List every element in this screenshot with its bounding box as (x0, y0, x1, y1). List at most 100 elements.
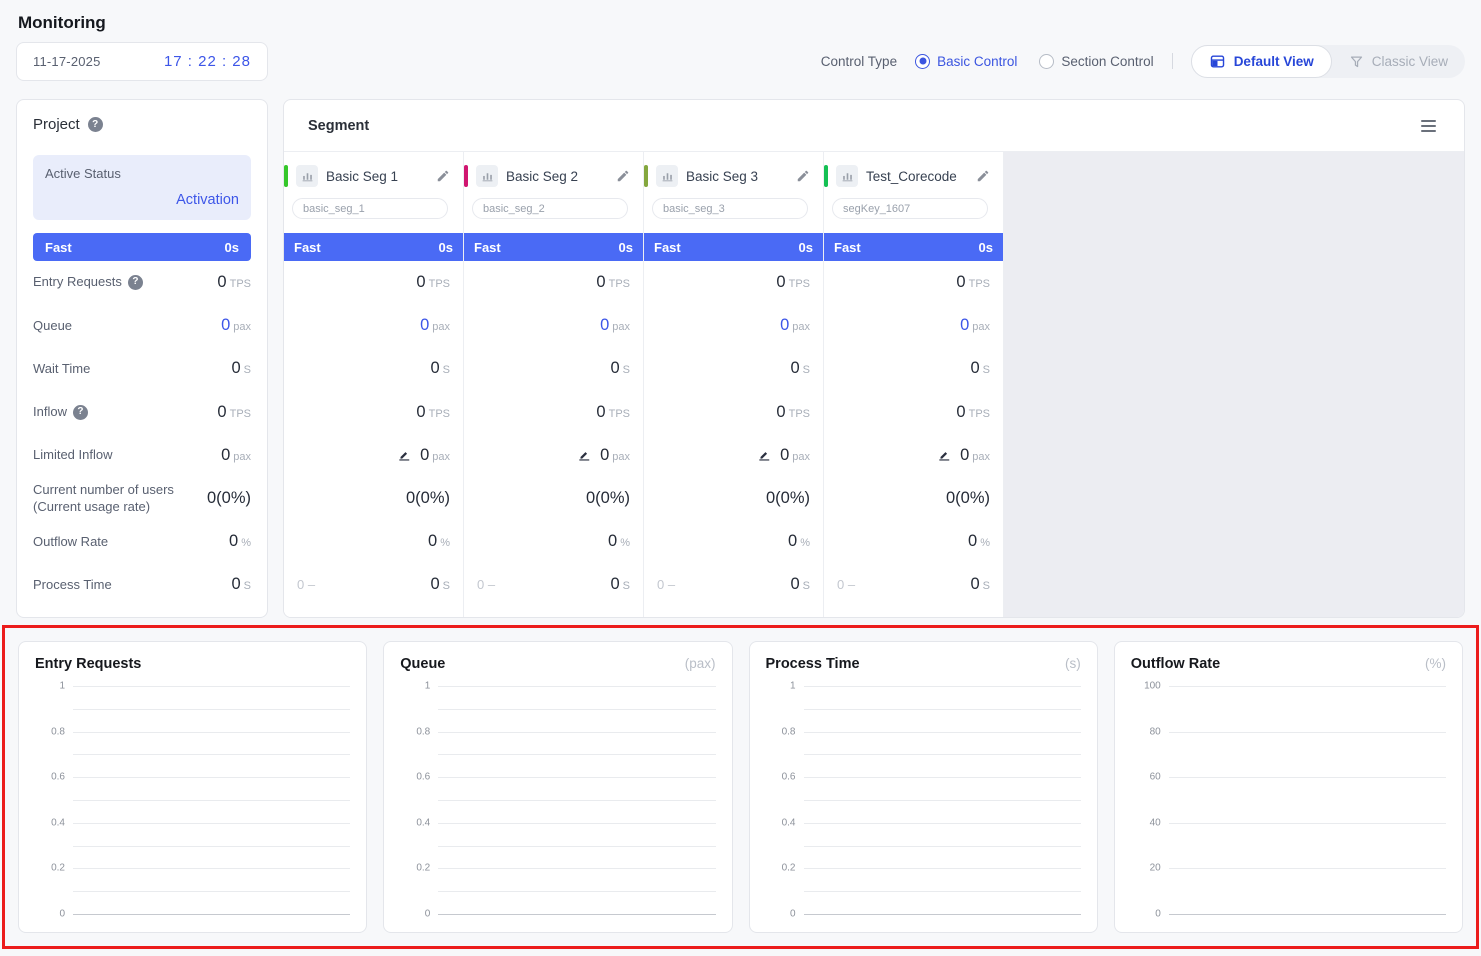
chart-card-entry-requests: Entry Requests00.20.40.60.81 (18, 641, 367, 933)
chart-unit-label: (pax) (685, 656, 716, 671)
segment-metric-row: 0% (644, 520, 823, 563)
project-metrics: Entry Requests?0TPSQueue0paxWait Time0SI… (33, 261, 251, 607)
metric-label: Wait Time (33, 361, 90, 377)
radio-circle-icon (1039, 54, 1054, 69)
edit-value-icon[interactable] (937, 448, 951, 462)
metric-value: 0pax (420, 316, 450, 335)
segment-metric-row: 0TPS (644, 261, 823, 304)
metric-value: 0% (229, 532, 251, 551)
metric-label-text: Current number of users (Current usage r… (33, 482, 185, 515)
metric-value: 0TPS (596, 273, 630, 292)
metric-unit: TPS (609, 408, 630, 420)
metric-unit: S (983, 580, 990, 592)
metric-value: 0S (970, 575, 990, 594)
segment-metric-row: 0(0%) (284, 477, 463, 520)
chart-header: Process Time(s) (766, 656, 1081, 672)
metric-unit: TPS (969, 408, 990, 420)
edit-segment-name-button[interactable] (616, 169, 630, 183)
metric-value: 0pax (780, 446, 810, 465)
y-tick-label: 0.4 (51, 817, 65, 828)
radio-basic-control[interactable]: Basic Control (915, 54, 1017, 69)
segment-key-input[interactable] (472, 198, 628, 219)
main-row: Project ? Active Status Activation Fast … (0, 99, 1481, 618)
segment-fast-bar: Fast0s (824, 233, 1003, 261)
metric-label-text: Limited Inflow (33, 447, 112, 463)
segment-metric-row: 0(0%) (464, 477, 643, 520)
radio-circle-icon (915, 54, 930, 69)
segment-metric-row: 0 –0S (464, 563, 643, 606)
gridline (804, 754, 1081, 755)
control-type-label: Control Type (821, 54, 897, 69)
metric-unit: S (443, 580, 450, 592)
edit-segment-name-button[interactable] (436, 169, 450, 183)
edit-segment-name-button[interactable] (976, 169, 990, 183)
y-tick-label: 0 (790, 909, 796, 920)
edit-value-icon[interactable] (577, 448, 591, 462)
segment-column-4: Test_CorecodeFast0s0TPS0pax0S0TPS0pax0(0… (824, 152, 1004, 617)
gridline (73, 709, 350, 710)
segment-accent-bar (644, 165, 648, 187)
y-tick-label: 0.8 (782, 726, 796, 737)
plot-area (73, 686, 350, 914)
segment-name: Basic Seg 2 (506, 169, 608, 184)
segment-accent-bar (824, 165, 828, 187)
y-axis-labels: 00.20.40.60.81 (766, 686, 804, 914)
help-icon[interactable]: ? (73, 405, 88, 420)
classic-view-button[interactable]: Classic View (1332, 45, 1465, 78)
active-status-value: Activation (45, 192, 239, 208)
edit-segment-name-button[interactable] (796, 169, 810, 183)
segment-column-2: Basic Seg 2Fast0s0TPS0pax0S0TPS0pax0(0%)… (464, 152, 644, 617)
menu-icon[interactable] (1417, 116, 1440, 136)
metric-label-text: Wait Time (33, 361, 90, 377)
y-tick-label: 0.6 (51, 772, 65, 783)
metric-label-text: Outflow Rate (33, 534, 108, 550)
metric-value: 0TPS (776, 403, 810, 422)
fast-value: 0s (225, 240, 239, 255)
metric-value: 0S (231, 359, 251, 378)
gridline (438, 823, 715, 824)
edit-value-icon[interactable] (757, 448, 771, 462)
metric-value: 0% (788, 532, 810, 551)
metric-unit: S (983, 364, 990, 376)
bar-chart-icon (476, 165, 498, 187)
metric-label: Entry Requests? (33, 274, 143, 290)
segment-metric-row: 0TPS (464, 261, 643, 304)
metric-value: 0pax (221, 316, 251, 335)
gridline (1169, 777, 1446, 778)
y-tick-label: 20 (1150, 863, 1161, 874)
datetime-card[interactable]: 11-17-2025 17 : 22 : 28 (16, 42, 268, 81)
segment-key-input[interactable] (832, 198, 988, 219)
fast-label: Fast (294, 240, 321, 255)
metric-value: 0pax (221, 446, 251, 465)
gridline (804, 846, 1081, 847)
gridline (438, 732, 715, 733)
metric-unit: TPS (429, 408, 450, 420)
metric-unit: % (800, 537, 810, 549)
metric-value: 0TPS (956, 403, 990, 422)
y-tick-label: 0.2 (51, 863, 65, 874)
chart-plot: 00.20.40.60.81 (766, 686, 1081, 914)
gridline (73, 914, 350, 915)
edit-value-icon[interactable] (397, 448, 411, 462)
segment-metric-row: 0TPS (644, 391, 823, 434)
metric-value: 0TPS (776, 273, 810, 292)
segment-metric-row: 0(0%) (824, 477, 1003, 520)
y-tick-label: 80 (1150, 726, 1161, 737)
default-view-button[interactable]: Default View (1191, 45, 1332, 78)
metric-label-text: Queue (33, 318, 72, 334)
segment-key-input[interactable] (652, 198, 808, 219)
divider (1172, 53, 1173, 69)
segment-key-input[interactable] (292, 198, 448, 219)
fast-label: Fast (834, 240, 861, 255)
metric-unit: pax (432, 451, 450, 463)
segment-metric-row: 0pax (464, 304, 643, 347)
metric-value: 0S (790, 359, 810, 378)
help-icon[interactable]: ? (88, 117, 103, 132)
y-tick-label: 1 (59, 681, 65, 692)
project-metric-row: Queue 0pax (33, 304, 251, 347)
help-icon[interactable]: ? (128, 275, 143, 290)
top-toolbar: 11-17-2025 17 : 22 : 28 Control Type Bas… (0, 39, 1481, 83)
radio-section-control[interactable]: Section Control (1039, 54, 1153, 69)
gridline (804, 732, 1081, 733)
plot-area (804, 686, 1081, 914)
